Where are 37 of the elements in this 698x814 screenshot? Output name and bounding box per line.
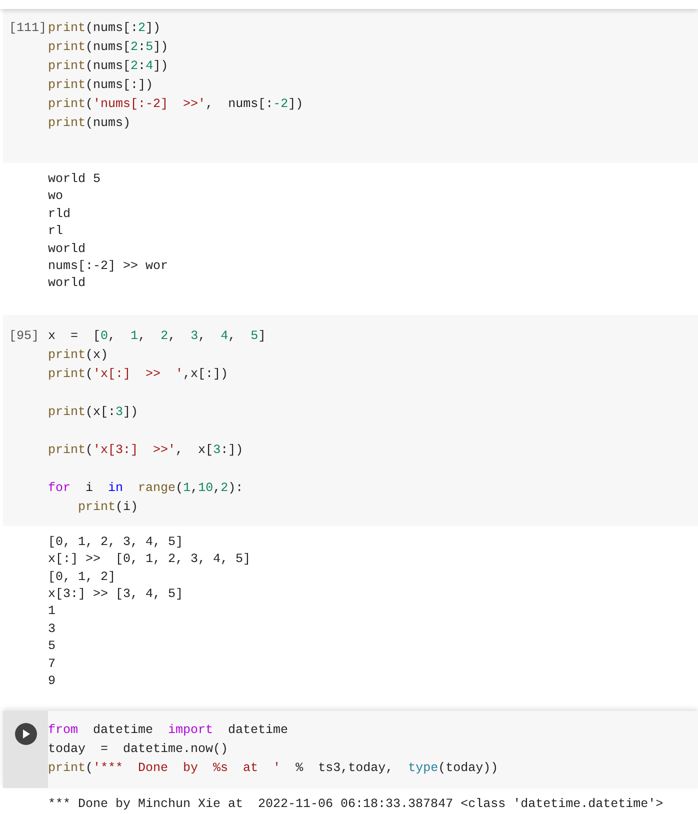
output-line: 5 — [48, 639, 56, 654]
output-line: x[:] >> [0, 1, 2, 3, 4, 5] — [48, 552, 251, 566]
code-line: print('*** Done by %s at ' % ts3,today, type(today)) — [48, 760, 498, 776]
code-line: for i in range(1,10,2): — [48, 480, 244, 497]
output-line: x[3:] >> [3, 4, 5] — [48, 587, 184, 602]
code-line: print('x[:] >> ',x[:]) — [48, 366, 230, 383]
code-line: print('nums[:-2] >>', nums[:-2]) — [48, 96, 304, 113]
code-line: print(x) — [48, 346, 110, 364]
run-button[interactable] — [14, 722, 36, 744]
execution-count: [111] — [8, 20, 48, 37]
play-icon — [20, 728, 30, 738]
code-line: from datetime import datetime — [48, 722, 290, 738]
code-line: print(nums[:]) — [48, 77, 154, 94]
code-line: x = [0, 1, 2, 3, 4, 5] — [48, 328, 266, 345]
output-line: 9 — [48, 674, 56, 688]
output-line: 3 — [48, 622, 56, 636]
output-line: *** Done by Minchun Xie at 2022-11-06 06:18:33.387847 <class 'datetime.datetime'> — [48, 796, 664, 810]
code-line: print(x[:3]) — [48, 404, 140, 421]
code-line: print('x[3:] >>', x[3:]) — [48, 442, 244, 459]
output-line: rl — [48, 224, 64, 238]
output-line: 1 — [48, 604, 56, 618]
code-line: today = datetime.now() — [48, 740, 230, 758]
code-line: print(i) — [77, 498, 140, 516]
output-line: [0, 1, 2, 3, 4, 5] — [48, 534, 184, 549]
code-line: print(nums) — [48, 115, 132, 132]
execution-count: [95] — [8, 328, 40, 345]
output-line: 7 — [48, 656, 56, 671]
output-line: rld — [48, 206, 71, 221]
output-line: world — [48, 276, 86, 290]
output-line: [0, 1, 2] — [48, 570, 116, 584]
code-line: print(nums[2:4]) — [48, 58, 170, 75]
output-line: nums[:-2] >> wor — [48, 259, 168, 274]
code-line: print(nums[2:5]) — [48, 39, 170, 56]
code-line: print(nums[:2]) — [48, 20, 162, 37]
output-line: world — [48, 242, 86, 256]
output-line: world 5 — [48, 172, 101, 186]
output-line: wo — [48, 189, 64, 204]
